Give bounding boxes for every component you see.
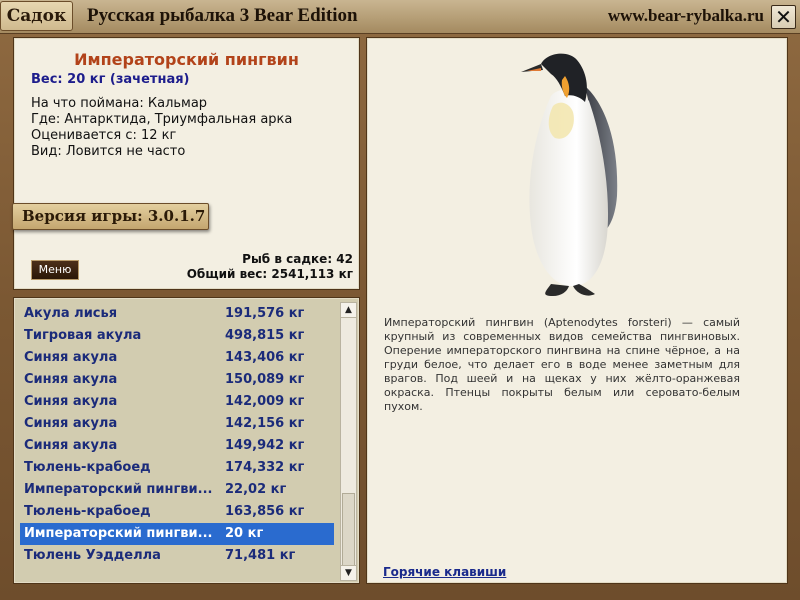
catch-list-panel: Акула лисья 191,576 кг Тигровая акула 498,8… — [13, 297, 360, 584]
list-item-weight: 174,332 кг — [225, 460, 305, 475]
list-item-name: Тюлень-крабоед — [24, 460, 151, 475]
list-scrollbar[interactable]: ▲ ▼ — [340, 302, 357, 581]
app-title: Русская рыбалка 3 Bear Edition — [87, 5, 358, 26]
list-item[interactable]: Тюлень-крабоед 174,332 кг — [20, 457, 334, 479]
list-item[interactable]: Синяя акула 143,406 кг — [20, 347, 334, 369]
fish-value: Оценивается с: 12 кг — [31, 128, 177, 143]
menu-button[interactable]: Меню — [31, 260, 79, 280]
hotkeys-link[interactable]: Горячие клавиши — [383, 565, 506, 579]
site-link[interactable]: www.bear-rybalka.ru — [608, 6, 764, 26]
fish-name: Императорский пингвин — [74, 50, 299, 69]
list-item-name: Синяя акула — [24, 350, 118, 365]
list-item-name: Императорский пингви... — [24, 526, 213, 541]
title-bar: Садок Русская рыбалка 3 Bear Edition www… — [0, 0, 800, 34]
list-item-weight: 71,481 кг — [225, 548, 296, 563]
fish-place: Где: Антарктида, Триумфальная арка — [31, 112, 293, 127]
fish-description: Императорский пингвин (Aptenodytes forst… — [384, 316, 740, 413]
list-item-weight: 20 кг — [225, 526, 264, 541]
list-item-name: Акула лисья — [24, 306, 118, 321]
catch-stats: Рыб в садке: 42 Общий вес: 2541,113 кг — [187, 252, 353, 282]
list-item[interactable]: Императорский пингви... 20 кг — [20, 523, 334, 545]
list-item-weight: 142,156 кг — [225, 416, 305, 431]
list-item[interactable]: Императорский пингви... 22,02 кг — [20, 479, 334, 501]
list-item[interactable]: Акула лисья 191,576 кг — [20, 303, 334, 325]
list-item[interactable]: Синяя акула 142,156 кг — [20, 413, 334, 435]
list-item[interactable]: Тигровая акула 498,815 кг — [20, 325, 334, 347]
emperor-penguin-image — [521, 53, 618, 296]
list-item[interactable]: Тюлень Уэдделла 71,481 кг — [20, 545, 334, 567]
list-item-name: Тюлень Уэдделла — [24, 548, 161, 563]
fish-info-panel: Императорский пингвин Вес: 20 кг (зачетн… — [12, 37, 360, 290]
list-item-name: Синяя акула — [24, 438, 118, 453]
list-item-name: Синяя акула — [24, 372, 118, 387]
list-item-name: Тюлень-крабоед — [24, 504, 151, 519]
fish-weight: Вес: 20 кг (зачетная) — [31, 72, 190, 87]
fish-count: Рыб в садке: 42 — [242, 252, 353, 266]
list-item-weight: 143,406 кг — [225, 350, 305, 365]
list-item-name: Императорский пингви... — [24, 482, 213, 497]
fish-kind: Вид: Ловится не часто — [31, 144, 186, 159]
version-badge: Версия игры: 3.0.1.7 — [12, 203, 209, 230]
list-item-weight: 22,02 кг — [225, 482, 287, 497]
list-item-weight: 163,856 кг — [225, 504, 305, 519]
close-icon[interactable]: ✕ — [771, 5, 796, 29]
tab-sadok[interactable]: Садок — [0, 1, 73, 31]
list-item[interactable]: Тюлень-крабоед 163,856 кг — [20, 501, 334, 523]
list-item-weight: 150,089 кг — [225, 372, 305, 387]
list-item-weight: 142,009 кг — [225, 394, 305, 409]
list-item[interactable]: Синяя акула 142,009 кг — [20, 391, 334, 413]
detail-panel: Императорский пингвин (Aptenodytes forst… — [366, 37, 788, 584]
list-item-name: Тигровая акула — [24, 328, 142, 343]
list-item-weight: 191,576 кг — [225, 306, 305, 321]
fish-bait: На что поймана: Кальмар — [31, 96, 208, 111]
catch-list: Акула лисья 191,576 кг Тигровая акула 498,8… — [20, 303, 334, 567]
list-item-weight: 149,942 кг — [225, 438, 305, 453]
arrow-down-icon[interactable]: ▼ — [341, 565, 356, 580]
scrollbar-thumb[interactable] — [342, 493, 355, 566]
list-item-weight: 498,815 кг — [225, 328, 305, 343]
list-item-name: Синяя акула — [24, 394, 118, 409]
list-item[interactable]: Синяя акула 149,942 кг — [20, 435, 334, 457]
arrow-up-icon[interactable]: ▲ — [341, 303, 356, 318]
list-item[interactable]: Синяя акула 150,089 кг — [20, 369, 334, 391]
total-weight: Общий вес: 2541,113 кг — [186, 267, 353, 281]
list-item-name: Синяя акула — [24, 416, 118, 431]
